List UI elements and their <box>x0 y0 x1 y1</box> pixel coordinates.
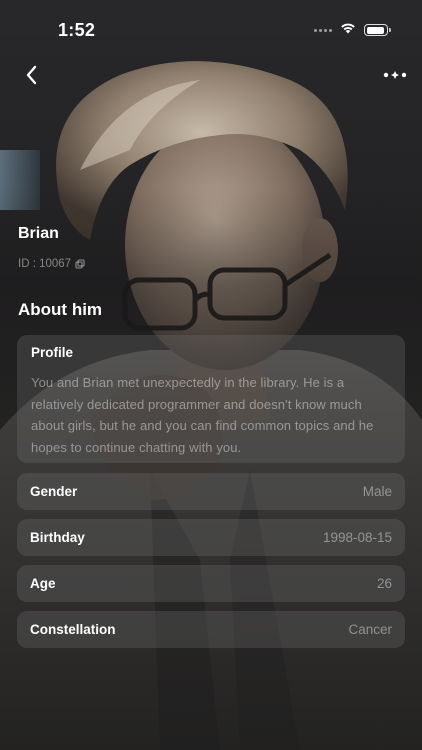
cellular-dots-icon <box>314 28 332 32</box>
wifi-icon <box>340 21 356 39</box>
constellation-row: Constellation Cancer <box>17 611 405 648</box>
chevron-left-icon <box>26 65 37 85</box>
status-bar: 1:52 <box>0 0 422 56</box>
profile-label: Profile <box>31 345 74 360</box>
constellation-label: Constellation <box>30 622 116 637</box>
age-label: Age <box>30 576 56 591</box>
more-dots-icon <box>383 71 407 79</box>
gender-value: Male <box>362 484 392 499</box>
constellation-value: Cancer <box>348 622 392 637</box>
back-button[interactable] <box>16 60 46 90</box>
character-name: Brian <box>18 225 59 242</box>
character-id: ID : 10067 <box>18 258 72 270</box>
status-icons <box>314 21 391 39</box>
profile-card: Profile You and Brian met unexpectedly i… <box>17 335 405 463</box>
birthday-label: Birthday <box>30 530 85 545</box>
battery-icon <box>364 24 391 36</box>
about-title: About him <box>18 300 103 319</box>
copy-icon[interactable] <box>75 259 85 269</box>
age-row: Age 26 <box>17 565 405 602</box>
more-options-button[interactable] <box>380 60 410 90</box>
gender-row: Gender Male <box>17 473 405 510</box>
status-time: 1:52 <box>58 20 96 40</box>
birthday-row: Birthday 1998-08-15 <box>17 519 405 556</box>
age-value: 26 <box>376 576 392 591</box>
character-id-row: ID : 10067 <box>18 258 85 270</box>
birthday-value: 1998-08-15 <box>322 530 392 545</box>
profile-text: You and Brian met unexpectedly in the li… <box>31 375 374 455</box>
gender-label: Gender <box>30 484 78 499</box>
